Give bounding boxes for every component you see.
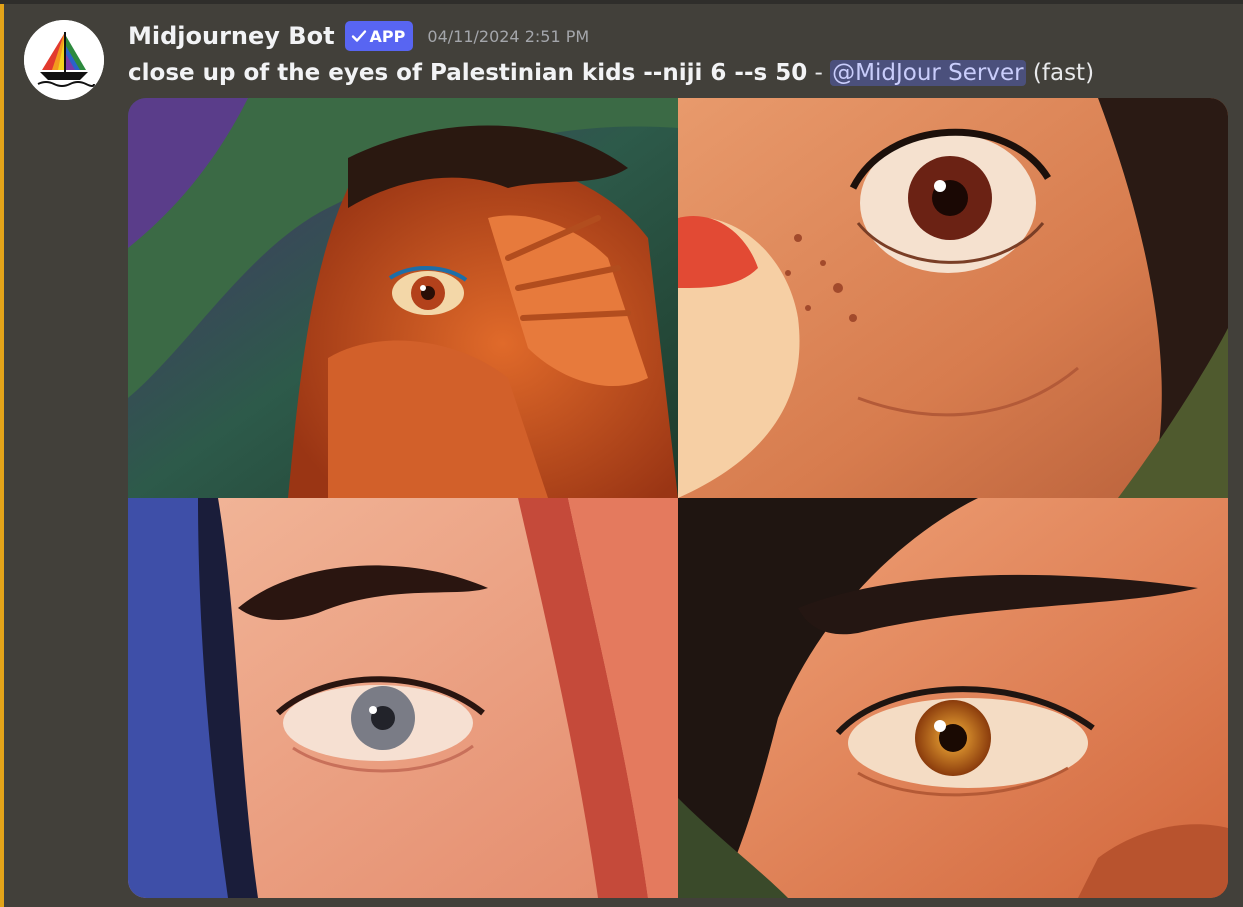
avatar[interactable] (24, 20, 104, 100)
badge-label: APP (369, 26, 406, 46)
image-tile-2[interactable] (678, 98, 1228, 498)
prompt-text: close up of the eyes of Palestinian kids… (128, 60, 808, 86)
image-tile-1[interactable] (128, 98, 678, 498)
server-mention[interactable]: @MidJour Server (830, 60, 1026, 86)
timestamp[interactable]: 04/11/2024 2:51 PM (427, 27, 589, 46)
image-tile-4[interactable] (678, 498, 1228, 898)
image-tile-3[interactable] (128, 498, 678, 898)
image-grid[interactable] (128, 98, 1228, 898)
author-name[interactable]: Midjourney Bot (128, 22, 335, 50)
checkmark-icon (351, 30, 366, 42)
separator: - (807, 60, 831, 86)
message-header: Midjourney Bot APP 04/11/2024 2:51 PM (128, 18, 589, 54)
message-content: close up of the eyes of Palestinian kids… (128, 56, 1094, 90)
speed-label: (fast) (1032, 60, 1095, 86)
sailboat-logo-icon (24, 20, 104, 100)
app-badge: APP (344, 21, 414, 51)
chat-message: Midjourney Bot APP 04/11/2024 2:51 PM cl… (4, 4, 1243, 907)
